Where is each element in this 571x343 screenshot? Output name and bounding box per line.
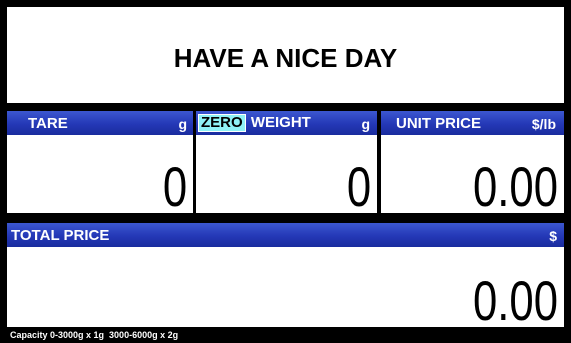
weight-value: 0 bbox=[346, 155, 371, 213]
tare-header: TARE g bbox=[7, 111, 193, 135]
message-text: HAVE A NICE DAY bbox=[173, 43, 398, 73]
capacity-text: Capacity 0-3000g x 1g 3000-6000g x 2g bbox=[10, 330, 179, 340]
total-price-unit: $ bbox=[549, 228, 557, 244]
unit-price-display: 0.00 bbox=[381, 135, 564, 213]
total-price-value: 0.00 bbox=[472, 269, 558, 327]
total-price-label: TOTAL PRICE bbox=[11, 227, 110, 244]
unit-price-value: 0.00 bbox=[472, 155, 558, 213]
tare-unit: g bbox=[178, 116, 187, 132]
weight-display: 0 bbox=[196, 135, 377, 213]
weight-label: WEIGHT bbox=[250, 114, 311, 131]
weight-header: ZERO WEIGHT g bbox=[196, 111, 377, 135]
tare-display: 0 bbox=[7, 135, 193, 213]
message-panel: HAVE A NICE DAY bbox=[7, 7, 564, 103]
tare-label: TARE bbox=[28, 115, 68, 132]
total-price-display: 0.00 bbox=[7, 247, 564, 327]
unit-price-label: UNIT PRICE bbox=[396, 115, 482, 132]
zero-indicator: ZERO bbox=[198, 114, 246, 132]
total-price-header: TOTAL PRICE $ bbox=[7, 223, 564, 247]
unit-price-header: UNIT PRICE $/lb bbox=[381, 111, 564, 135]
unit-price-unit: $/lb bbox=[531, 116, 556, 132]
tare-value: 0 bbox=[162, 155, 187, 213]
weight-unit: g bbox=[361, 116, 370, 132]
